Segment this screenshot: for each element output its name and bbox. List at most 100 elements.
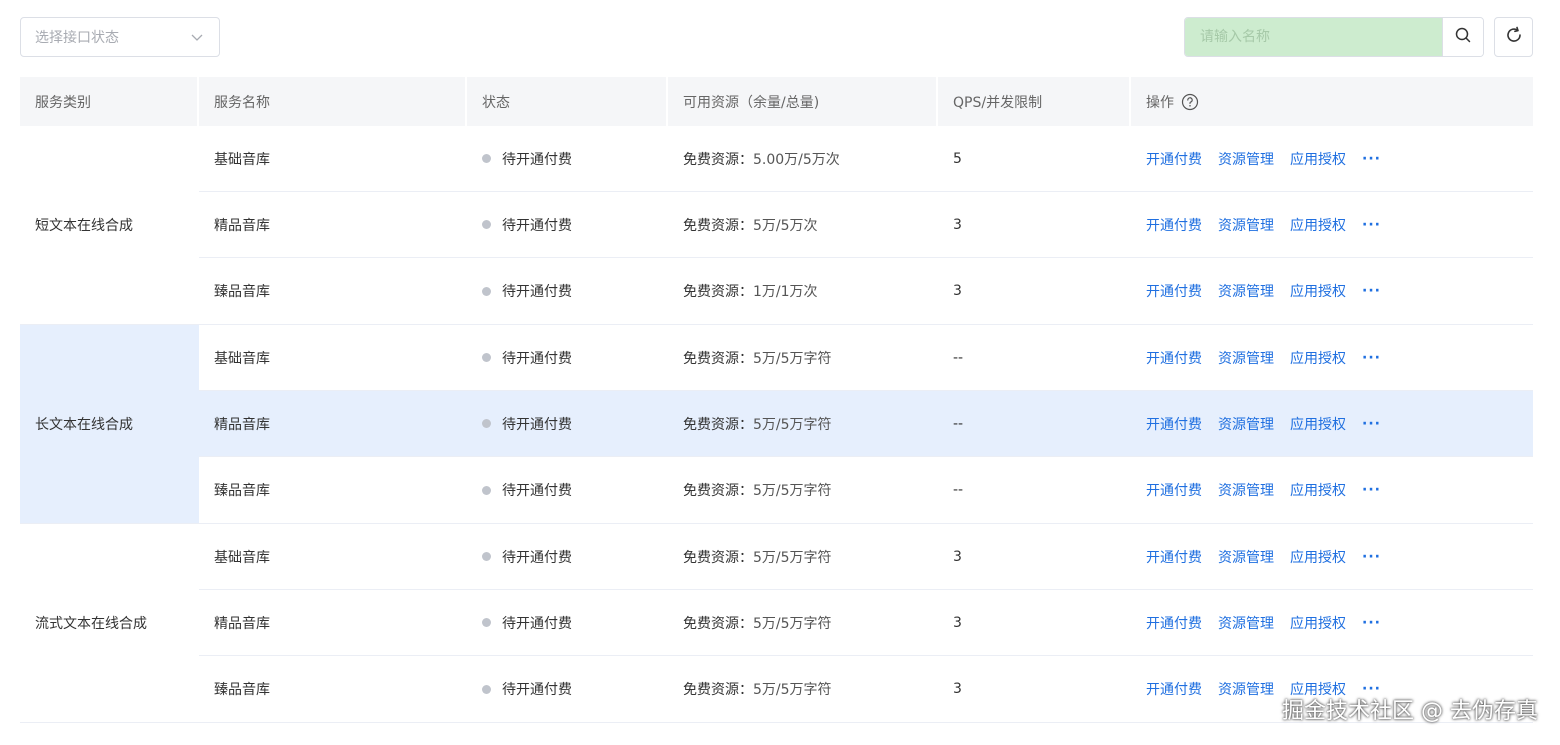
status-text: 待开通付费 [502,682,572,698]
more-actions-button[interactable]: ··· [1362,350,1381,366]
status-text: 待开通付费 [502,151,572,168]
resource-manage-link[interactable]: 资源管理 [1218,149,1274,169]
more-actions-button[interactable]: ··· [1362,416,1381,432]
service-name-cell: 基础音库 [214,151,270,168]
resource-manage-link[interactable]: 资源管理 [1218,679,1274,699]
status-dot [482,684,491,694]
category-cell: 流式文本在线合成 [35,616,147,632]
resource-value: 5万/5万字符 [753,483,832,499]
open-pay-link[interactable]: 开通付费 [1146,679,1202,699]
open-pay-link[interactable]: 开通付费 [1146,414,1202,434]
status-select-placeholder: 选择接口状态 [35,30,119,46]
qps-cell: 3 [953,283,962,299]
status-dot [482,154,491,163]
status-text: 待开通付费 [502,416,572,433]
resource-value: 5.00万/5万次 [753,151,840,168]
open-pay-link[interactable]: 开通付费 [1146,348,1202,368]
search-button[interactable] [1442,18,1483,56]
resource-label: 免费资源： [683,549,753,566]
refresh-button[interactable] [1494,17,1533,57]
more-actions-button[interactable]: ··· [1362,482,1381,498]
actions-cell: 开通付费 资源管理 应用授权 ··· [1131,258,1533,324]
status-dot [482,353,491,362]
open-pay-link[interactable]: 开通付费 [1146,480,1202,500]
resource-value: 5万/5万字符 [753,416,832,433]
resource-manage-link[interactable]: 资源管理 [1218,348,1274,368]
resource-manage-link[interactable]: 资源管理 [1218,480,1274,500]
status-dot [482,485,491,495]
search-icon [1454,26,1472,48]
status-cell: 待开通付费 [467,192,668,257]
app-auth-link[interactable]: 应用授权 [1290,348,1346,368]
actions-cell: 开通付费 资源管理 应用授权 ··· [1131,325,1533,390]
qps-cell: 3 [953,681,962,697]
qps-cell: -- [953,482,964,498]
status-cell: 待开通付费 [467,126,668,191]
qps-cell: -- [953,415,964,432]
actions-cell: 开通付费 资源管理 应用授权 ··· [1131,524,1533,589]
resource-manage-link[interactable]: 资源管理 [1218,613,1274,633]
service-name-cell: 精品音库 [214,217,270,234]
status-cell: 待开通付费 [467,656,668,722]
resource-manage-link[interactable]: 资源管理 [1218,414,1274,434]
table-row: 精品音库 待开通付费 免费资源： 5万/5万字符 3 开通付费 资源管理 应用授权 ··… [199,590,1533,656]
resource-label: 免费资源： [683,350,753,367]
status-text: 待开通付费 [502,284,572,300]
resource-label: 免费资源： [683,151,753,168]
resource-value: 5万/5万次 [753,217,818,234]
help-icon[interactable] [1181,93,1199,111]
header-actions: 操作 [1131,77,1533,126]
open-pay-link[interactable]: 开通付费 [1146,215,1202,235]
resource-value: 5万/5万字符 [753,615,832,632]
status-cell: 待开通付费 [467,258,668,324]
chevron-down-icon [189,29,205,45]
service-table: 服务类别 服务名称 状态 可用资源（余量/总量) QPS/并发限制 操作 短文本… [20,77,1533,723]
app-auth-link[interactable]: 应用授权 [1290,281,1346,301]
resource-value: 1万/1万次 [753,284,818,300]
table-row: 臻品音库 待开通付费 免费资源： 5万/5万字符 -- 开通付费 资源管理 应用授权 ·… [199,457,1533,523]
app-auth-link[interactable]: 应用授权 [1290,613,1346,633]
app-auth-link[interactable]: 应用授权 [1290,414,1346,434]
table-row: 精品音库 待开通付费 免费资源： 5万/5万次 3 开通付费 资源管理 应用授权 ··· [199,192,1533,258]
resource-value: 5万/5万字符 [753,549,832,566]
search-input[interactable] [1185,18,1442,56]
open-pay-link[interactable]: 开通付费 [1146,613,1202,633]
app-auth-link[interactable]: 应用授权 [1290,547,1346,567]
table-row: 基础音库 待开通付费 免费资源： 5万/5万字符 3 开通付费 资源管理 应用授权 ··… [199,524,1533,590]
open-pay-link[interactable]: 开通付费 [1146,149,1202,169]
qps-cell: 5 [953,150,962,167]
open-pay-link[interactable]: 开通付费 [1146,281,1202,301]
more-actions-button[interactable]: ··· [1362,151,1381,167]
service-name-cell: 基础音库 [214,549,270,566]
status-dot [482,286,491,296]
resource-manage-link[interactable]: 资源管理 [1218,547,1274,567]
resource-label: 免费资源： [683,217,753,234]
app-auth-link[interactable]: 应用授权 [1290,480,1346,500]
table-header: 服务类别 服务名称 状态 可用资源（余量/总量) QPS/并发限制 操作 [20,77,1533,126]
status-select[interactable]: 选择接口状态 [20,17,220,57]
resource-manage-link[interactable]: 资源管理 [1218,215,1274,235]
resource-manage-link[interactable]: 资源管理 [1218,281,1274,301]
table-row: 臻品音库 待开通付费 免费资源： 1万/1万次 3 开通付费 资源管理 应用授权 ··· [199,258,1533,324]
resource-cell: 免费资源： 5万/5万字符 [668,656,938,722]
service-name-cell: 臻品音库 [214,483,270,499]
category-cell: 短文本在线合成 [35,218,133,234]
table-group: 短文本在线合成 基础音库 待开通付费 免费资源： 5.00万/5万次 5 开通付费… [20,126,1533,325]
app-auth-link[interactable]: 应用授权 [1290,149,1346,169]
refresh-icon [1504,25,1524,49]
app-auth-link[interactable]: 应用授权 [1290,215,1346,235]
resource-cell: 免费资源： 5万/5万字符 [668,590,938,655]
more-actions-button[interactable]: ··· [1362,217,1381,233]
status-cell: 待开通付费 [467,457,668,523]
table-row: 基础音库 待开通付费 免费资源： 5万/5万字符 -- 开通付费 资源管理 应用授权 ·… [199,325,1533,391]
header-actions-label: 操作 [1146,94,1174,111]
service-name-cell: 精品音库 [214,615,270,632]
actions-cell: 开通付费 资源管理 应用授权 ··· [1131,126,1533,191]
service-name-cell: 臻品音库 [214,284,270,300]
more-actions-button[interactable]: ··· [1362,549,1381,565]
resource-cell: 免费资源： 5万/5万字符 [668,524,938,589]
more-actions-button[interactable]: ··· [1362,283,1381,299]
more-actions-button[interactable]: ··· [1362,615,1381,631]
open-pay-link[interactable]: 开通付费 [1146,547,1202,567]
qps-cell: -- [953,349,964,366]
